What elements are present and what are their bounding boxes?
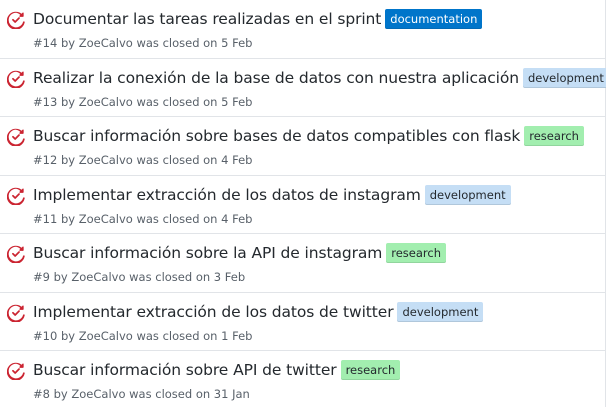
issue-title-line: Buscar información sobre bases de datos …	[33, 126, 584, 146]
issue-number: #14	[33, 36, 58, 50]
issue-by-text: by	[53, 270, 68, 284]
issue-by-text: by	[60, 153, 76, 167]
issue-row[interactable]: Buscar información sobre bases de datos …	[0, 117, 605, 176]
issue-title-line: Implementar extracción de los datos de t…	[33, 301, 484, 322]
issue-by-text: by	[60, 211, 76, 226]
issue-meta: #10 by ZoeCalvo was closed on 1 Feb	[33, 329, 252, 343]
issue-meta: #8 by ZoeCalvo was closed on 31 Jan	[33, 387, 250, 401]
issue-number: #13	[33, 94, 58, 109]
closed-issue-icon	[7, 70, 25, 88]
label-research[interactable]: research	[340, 360, 401, 380]
issue-title-line: Documentar las tareas realizadas en el s…	[33, 9, 483, 29]
label-development[interactable]: development	[397, 301, 484, 322]
issue-title-line: Buscar información sobre la API de insta…	[33, 243, 447, 263]
closed-issue-icon	[7, 362, 25, 380]
issue-row[interactable]: Implementar extracción de los datos de i…	[0, 175, 605, 234]
issue-by-text: by	[53, 387, 68, 401]
issue-closed-date: 4 Feb	[221, 211, 253, 226]
label-research[interactable]: research	[386, 243, 447, 263]
issue-by-text: by	[60, 328, 76, 343]
issue-row[interactable]: Implementar extracción de los datos de t…	[0, 292, 605, 351]
issue-closed-date: 1 Feb	[221, 328, 253, 343]
issue-closed-text: was closed on	[136, 94, 218, 109]
label-research[interactable]: research	[524, 126, 584, 146]
issue-author-link[interactable]: ZoeCalvo	[79, 36, 133, 50]
issue-number: #11	[33, 211, 58, 226]
issue-row[interactable]: Buscar información sobre la API de insta…	[0, 234, 605, 293]
closed-issue-icon	[7, 11, 25, 29]
issue-title-line: Implementar extracción de los datos de i…	[33, 184, 511, 205]
issue-title-line: Buscar información sobre API de twitter …	[33, 360, 401, 380]
issue-closed-text: was closed on	[136, 328, 218, 343]
issue-closed-text: was closed on	[129, 270, 211, 284]
issue-title-link[interactable]: Buscar información sobre la API de insta…	[33, 244, 382, 262]
issue-closed-date: 5 Feb	[221, 94, 253, 109]
issue-author-link[interactable]: ZoeCalvo	[71, 387, 125, 401]
issue-meta: #12 by ZoeCalvo was closed on 4 Feb	[33, 153, 252, 167]
issue-number: #8	[33, 387, 50, 401]
issue-row[interactable]: Buscar información sobre API de twitter …	[0, 351, 605, 407]
issue-author-link[interactable]: ZoeCalvo	[79, 153, 133, 167]
label-development[interactable]: development	[523, 67, 606, 88]
issue-author-link[interactable]: ZoeCalvo	[79, 212, 133, 226]
issue-number: #12	[33, 153, 58, 167]
issue-closed-text: was closed on	[136, 36, 218, 50]
issue-author-link[interactable]: ZoeCalvo	[79, 95, 133, 109]
issue-title-link[interactable]: Implementar extracción de los datos de i…	[33, 186, 421, 204]
issue-by-text: by	[60, 94, 76, 109]
issue-title-link[interactable]: Buscar información sobre bases de datos …	[33, 127, 520, 145]
label-development[interactable]: development	[424, 184, 511, 205]
issue-meta: #14 by ZoeCalvo was closed on 5 Feb	[33, 36, 252, 50]
closed-issue-icon	[7, 128, 25, 146]
closed-issue-icon	[7, 187, 25, 205]
issue-closed-text: was closed on	[136, 211, 218, 226]
issue-author-link[interactable]: ZoeCalvo	[71, 270, 125, 284]
issue-closed-date: 4 Feb	[221, 153, 253, 167]
issue-closed-date: 3 Feb	[213, 270, 246, 284]
issue-title-line: Realizar la conexión de la base de datos…	[33, 67, 606, 88]
closed-issue-icon	[7, 304, 25, 322]
issue-closed-date: 5 Feb	[221, 36, 253, 50]
issue-meta: #13 by ZoeCalvo was closed on 5 Feb	[33, 95, 252, 109]
issue-row[interactable]: Realizar la conexión de la base de datos…	[0, 58, 606, 117]
issue-title-link[interactable]: Buscar información sobre API de twitter	[33, 361, 337, 379]
issue-list: Documentar las tareas realizadas en el s…	[0, 0, 606, 407]
issue-closed-date: 31 Jan	[213, 387, 250, 401]
issue-meta: #9 by ZoeCalvo was closed on 3 Feb	[33, 270, 245, 284]
issue-meta: #11 by ZoeCalvo was closed on 4 Feb	[33, 212, 252, 226]
issue-by-text: by	[60, 36, 76, 50]
issue-title-link[interactable]: Implementar extracción de los datos de t…	[33, 303, 394, 321]
issue-title-link[interactable]: Documentar las tareas realizadas en el s…	[33, 10, 381, 28]
issue-title-link[interactable]: Realizar la conexión de la base de datos…	[33, 69, 519, 87]
issue-number: #10	[33, 328, 58, 343]
issue-author-link[interactable]: ZoeCalvo	[79, 329, 133, 343]
issue-number: #9	[33, 270, 50, 284]
issue-closed-text: was closed on	[129, 387, 211, 401]
label-documentation[interactable]: documentation	[385, 9, 483, 29]
issue-row[interactable]: Documentar las tareas realizadas en el s…	[0, 0, 605, 59]
closed-issue-icon	[7, 245, 25, 263]
issue-closed-text: was closed on	[136, 153, 218, 167]
